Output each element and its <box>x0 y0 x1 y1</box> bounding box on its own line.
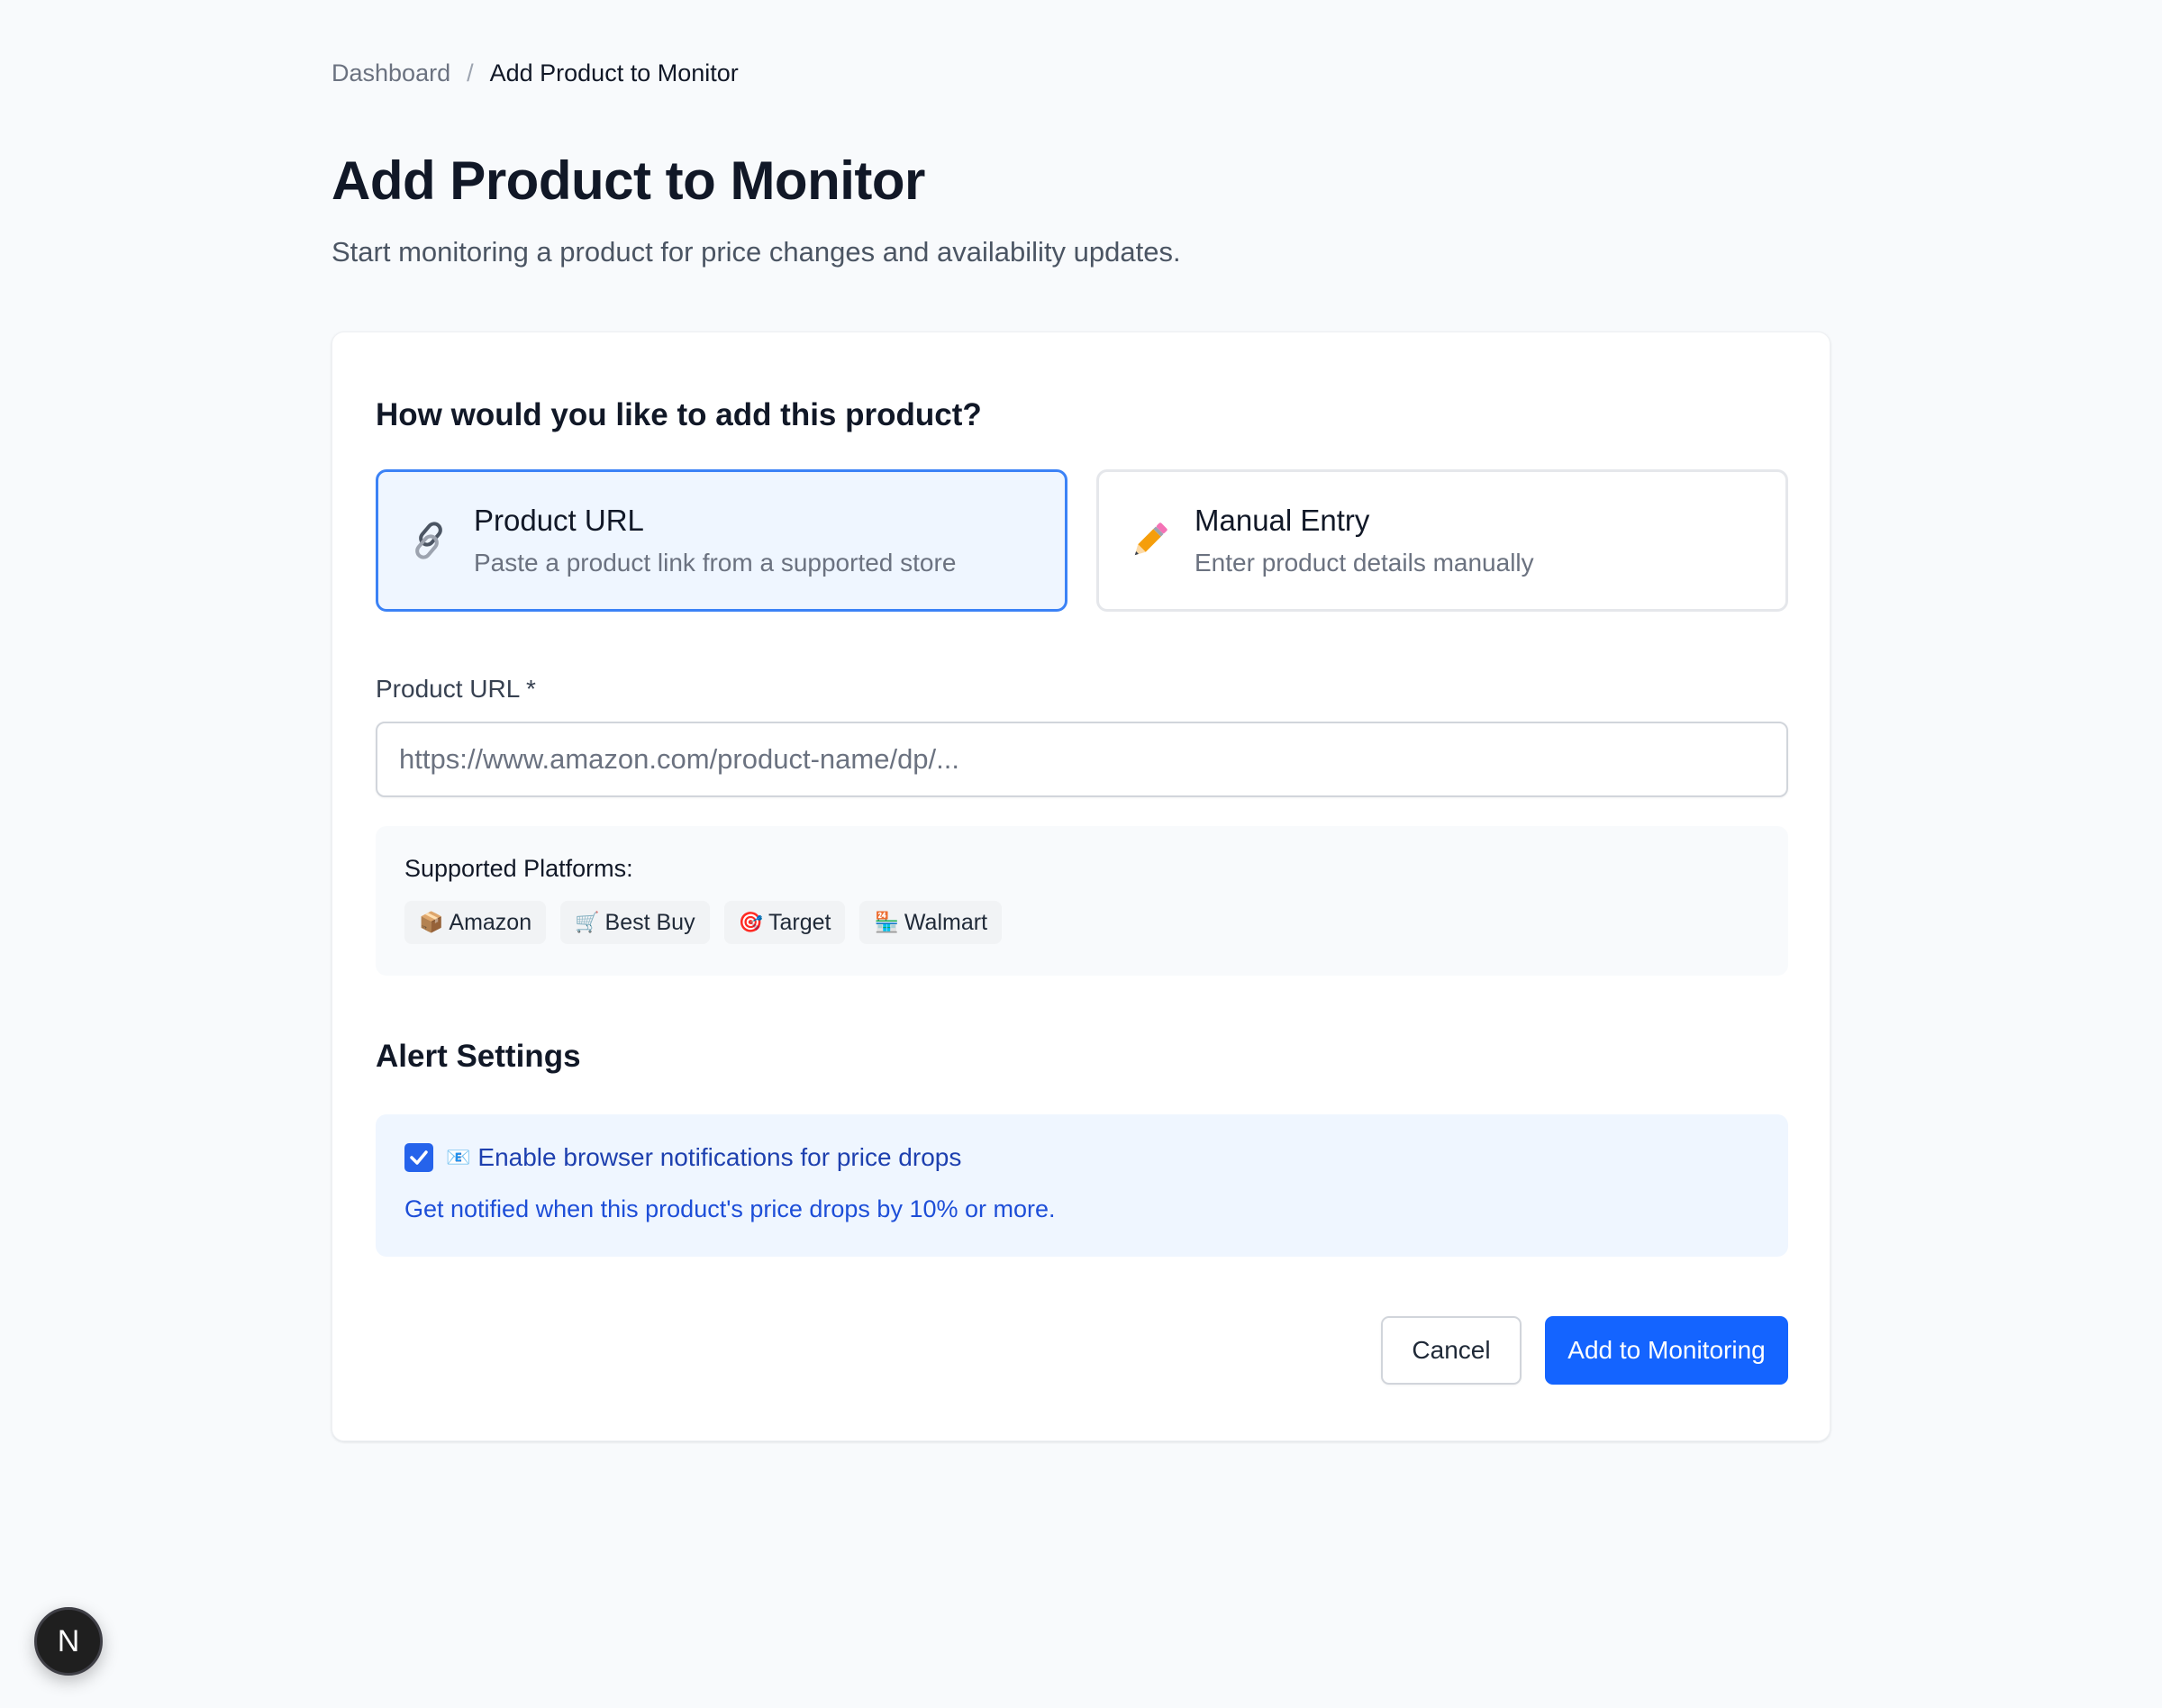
option-description: Enter product details manually <box>1195 549 1534 577</box>
option-title: Product URL <box>474 504 644 537</box>
notifications-checkbox[interactable] <box>404 1143 433 1172</box>
option-title: Manual Entry <box>1195 504 1370 537</box>
manual-entry-option-text: Manual Entry Enter product details manua… <box>1195 504 1534 577</box>
page-title: Add Product to Monitor <box>332 150 925 211</box>
breadcrumb-dashboard-link[interactable]: Dashboard <box>332 59 450 87</box>
platform-chip-amazon: 📦 Amazon <box>404 901 547 944</box>
platform-chips: 📦 Amazon 🛒 Best Buy 🎯 Target 🏪 Walmart <box>404 901 1759 944</box>
product-url-label: Product URL * <box>376 675 536 703</box>
breadcrumb-separator: / <box>467 59 474 86</box>
product-url-option[interactable]: Product URL Paste a product link from a … <box>376 469 1067 612</box>
platform-chip-best-buy: 🛒 Best Buy <box>560 901 710 944</box>
notifications-description: Get notified when this product's price d… <box>404 1195 1056 1222</box>
manual-entry-option[interactable]: Manual Entry Enter product details manua… <box>1096 469 1788 612</box>
checkmark-icon <box>410 1150 428 1165</box>
platform-chip-target: 🎯 Target <box>723 901 846 944</box>
product-url-input[interactable] <box>376 722 1788 797</box>
link-icon <box>405 517 452 564</box>
platform-name: Best Buy <box>604 909 695 935</box>
add-to-monitoring-button[interactable]: Add to Monitoring <box>1545 1316 1788 1385</box>
package-icon: 📦 <box>419 911 444 933</box>
cart-icon: 🛒 <box>575 911 600 933</box>
platform-name: Amazon <box>449 909 532 935</box>
platform-chip-walmart: 🏪 Walmart <box>859 901 1003 944</box>
alert-settings-box: 📧 Enable browser notifications for price… <box>376 1114 1788 1257</box>
platform-name: Walmart <box>904 909 988 935</box>
notification-toggle-row[interactable]: 📧 Enable browser notifications for price… <box>404 1143 1759 1172</box>
supported-platforms: Supported Platforms: 📦 Amazon 🛒 Best Buy… <box>376 826 1788 976</box>
add-product-card: How would you like to add this product? … <box>332 332 1830 1441</box>
envelope-icon: 📧 <box>446 1146 471 1168</box>
alert-settings-title: Alert Settings <box>376 1039 581 1074</box>
page-subtitle: Start monitoring a product for price cha… <box>332 236 1181 268</box>
product-url-option-text: Product URL Paste a product link from a … <box>474 504 956 577</box>
store-icon: 🏪 <box>874 911 899 933</box>
method-question: How would you like to add this product? <box>376 397 982 432</box>
dev-tools-badge-letter: N <box>57 1623 80 1658</box>
supported-platforms-title: Supported Platforms: <box>404 855 633 882</box>
breadcrumb-current: Add Product to Monitor <box>489 59 739 86</box>
option-description: Paste a product link from a supported st… <box>474 549 957 577</box>
platform-name: Target <box>768 909 831 935</box>
breadcrumb: Dashboard / Add Product to Monitor <box>332 59 739 87</box>
page: Dashboard / Add Product to Monitor Add P… <box>0 0 2162 1708</box>
dev-tools-badge[interactable]: N <box>34 1607 103 1676</box>
pencil-icon <box>1126 517 1173 564</box>
target-icon: 🎯 <box>738 911 763 933</box>
cancel-button[interactable]: Cancel <box>1381 1316 1522 1385</box>
notifications-label: Enable browser notifications for price d… <box>477 1143 962 1171</box>
